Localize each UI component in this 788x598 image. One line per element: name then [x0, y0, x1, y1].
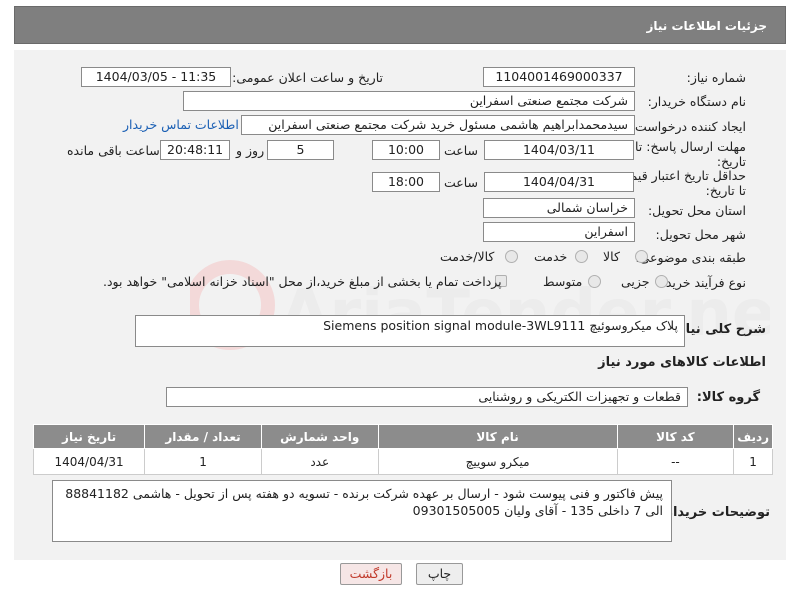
- category-label: طبقه بندی موضوعی:: [635, 250, 746, 265]
- buyer-org-field: شرکت مجتمع صنعتی اسفراین: [183, 91, 635, 111]
- page: جزئیات اطلاعات نیاز AriaTender.neT شماره…: [0, 0, 788, 598]
- goods-group-field: قطعات و تجهیزات الکتریکی و روشنایی: [166, 387, 688, 407]
- cell-row-number: 1: [733, 448, 773, 475]
- cell-quantity: 1: [144, 448, 262, 475]
- reply-deadline-label: مهلت ارسال پاسخ: تا تاریخ:: [635, 139, 746, 169]
- reply-date-field: 1404/03/11: [484, 140, 634, 160]
- page-title: جزئیات اطلاعات نیاز: [646, 19, 767, 33]
- process-type-label: نوع فرآیند خرید :: [657, 275, 746, 290]
- print-button[interactable]: چاپ: [416, 563, 463, 585]
- col-header-item-code: کد کالا: [616, 424, 735, 449]
- buyer-contact-link[interactable]: اطلاعات تماس خریدار: [123, 117, 239, 132]
- col-header-need-date: تاریخ نیاز: [32, 424, 146, 449]
- announce-date-label: تاریخ و ساعت اعلان عمومی:: [232, 70, 383, 85]
- back-button[interactable]: بازگشت: [340, 563, 402, 585]
- creator-label: ایجاد کننده درخواست:: [630, 119, 746, 134]
- creator-field: سیدمحمدابراهیم هاشمی مسئول خرید شرکت مجت…: [241, 115, 635, 135]
- cell-item-code: --: [616, 448, 735, 475]
- city-label: شهر محل تحویل:: [655, 227, 746, 242]
- remaining-time-label: ساعت باقی مانده: [67, 143, 160, 158]
- announce-date-field: 1404/03/05 - 11:35: [81, 67, 231, 87]
- col-header-item-name: نام کالا: [377, 424, 618, 449]
- buyer-notes-field: پیش فاکتور و فنی پیوست شود - ارسال بر عه…: [52, 480, 672, 542]
- reply-time-field: 10:00: [372, 140, 440, 160]
- category-option-service: خدمت: [534, 249, 568, 264]
- process-radio-medium[interactable]: [588, 275, 601, 288]
- price-validity-date-field: 1404/04/31: [484, 172, 634, 192]
- category-option-goods-service: کالا/خدمت: [440, 249, 495, 264]
- category-radio-goods[interactable]: [635, 250, 648, 263]
- page-header: جزئیات اطلاعات نیاز: [14, 6, 786, 44]
- process-option-minor: جزیی: [621, 274, 650, 289]
- goods-group-label: گروه کالا:: [696, 390, 760, 405]
- need-number-label: شماره نیاز:: [686, 70, 746, 85]
- cell-unit: عدد: [260, 448, 379, 475]
- col-header-unit: واحد شمارش: [260, 424, 379, 449]
- need-number-field: 1104001469000337: [483, 67, 635, 87]
- price-validity-time-field: 18:00: [372, 172, 440, 192]
- days-label: روز و: [236, 143, 265, 158]
- category-radio-service[interactable]: [575, 250, 588, 263]
- buyer-notes-label: توضیحات خریدار:: [660, 505, 770, 520]
- table-header-row: ردیف کد کالا نام کالا واحد شمارش تعداد /…: [32, 424, 773, 449]
- buyer-org-label: نام دستگاه خریدار:: [647, 94, 746, 109]
- days-remaining-field: 5: [267, 140, 334, 160]
- payment-note: پرداخت تمام یا بخشی از مبلغ خرید،از محل …: [103, 274, 502, 289]
- cell-item-name: میکرو سوییچ: [377, 448, 618, 475]
- process-radio-minor[interactable]: [655, 275, 668, 288]
- price-validity-time-label: ساعت: [444, 175, 479, 190]
- goods-info-title: اطلاعات کالاهای مورد نیاز: [598, 355, 766, 370]
- col-header-quantity: تعداد / مقدار: [144, 424, 262, 449]
- process-option-medium: متوسط: [543, 274, 583, 289]
- col-header-row-number: ردیف: [733, 424, 773, 449]
- category-option-goods: کالا: [603, 249, 620, 264]
- city-field: اسفراین: [483, 222, 635, 242]
- province-label: استان محل تحویل:: [647, 203, 746, 218]
- remaining-time-field: 20:48:11: [160, 140, 230, 160]
- table-row: 1 -- میکرو سوییچ عدد 1 1404/04/31: [32, 448, 773, 475]
- cell-need-date: 1404/04/31: [32, 448, 146, 475]
- reply-time-label: ساعت: [444, 143, 479, 158]
- items-table: ردیف کد کالا نام کالا واحد شمارش تعداد /…: [32, 424, 773, 475]
- description-label: شرح کلی نیاز:: [672, 322, 766, 337]
- description-field: پلاک میکروسوئیچ Siemens position signal …: [135, 315, 685, 347]
- category-radio-goods-service[interactable]: [505, 250, 518, 263]
- province-field: خراسان شمالی: [483, 198, 635, 218]
